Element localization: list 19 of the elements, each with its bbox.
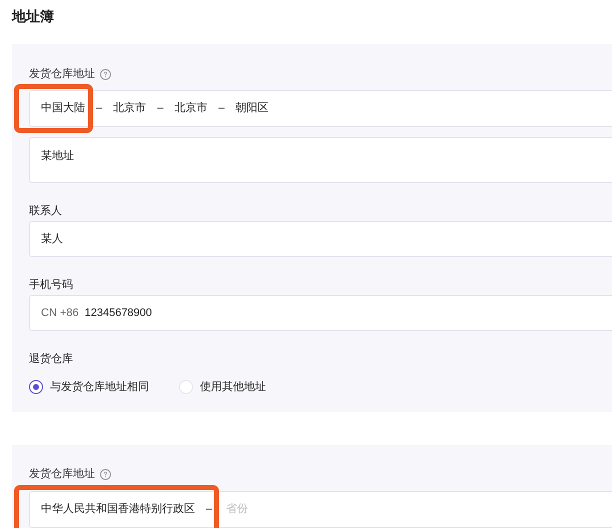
help-icon	[100, 469, 111, 480]
region-select[interactable]: 中华人民共和国香港特别行政区 – 省份	[29, 490, 612, 528]
address-field[interactable]: 某地址	[29, 137, 612, 183]
radio-label: 与发货仓库地址相同	[50, 380, 149, 395]
field-label: 发货仓库地址	[29, 66, 95, 82]
field-label: 联系人	[29, 204, 63, 219]
contact-field[interactable]: 某人	[29, 221, 612, 257]
phone-number: 12345678900	[84, 306, 152, 321]
phone-field[interactable]: CN +86 12345678900	[29, 295, 612, 331]
placeholder-text: 省份	[226, 502, 248, 517]
region-select[interactable]: 中国大陆 – 北京市 – 北京市 – 朝阳区	[29, 90, 612, 127]
radio-button[interactable]	[29, 380, 43, 394]
help-icon	[100, 68, 111, 80]
field-label: 退货仓库	[29, 352, 74, 367]
field-label: 手机号码	[29, 278, 74, 293]
field-label: 发货仓库地址	[29, 466, 95, 482]
country-code: CN +86	[41, 306, 79, 321]
page-title: 地址簿	[12, 7, 55, 26]
radio-label: 使用其他地址	[200, 380, 266, 395]
